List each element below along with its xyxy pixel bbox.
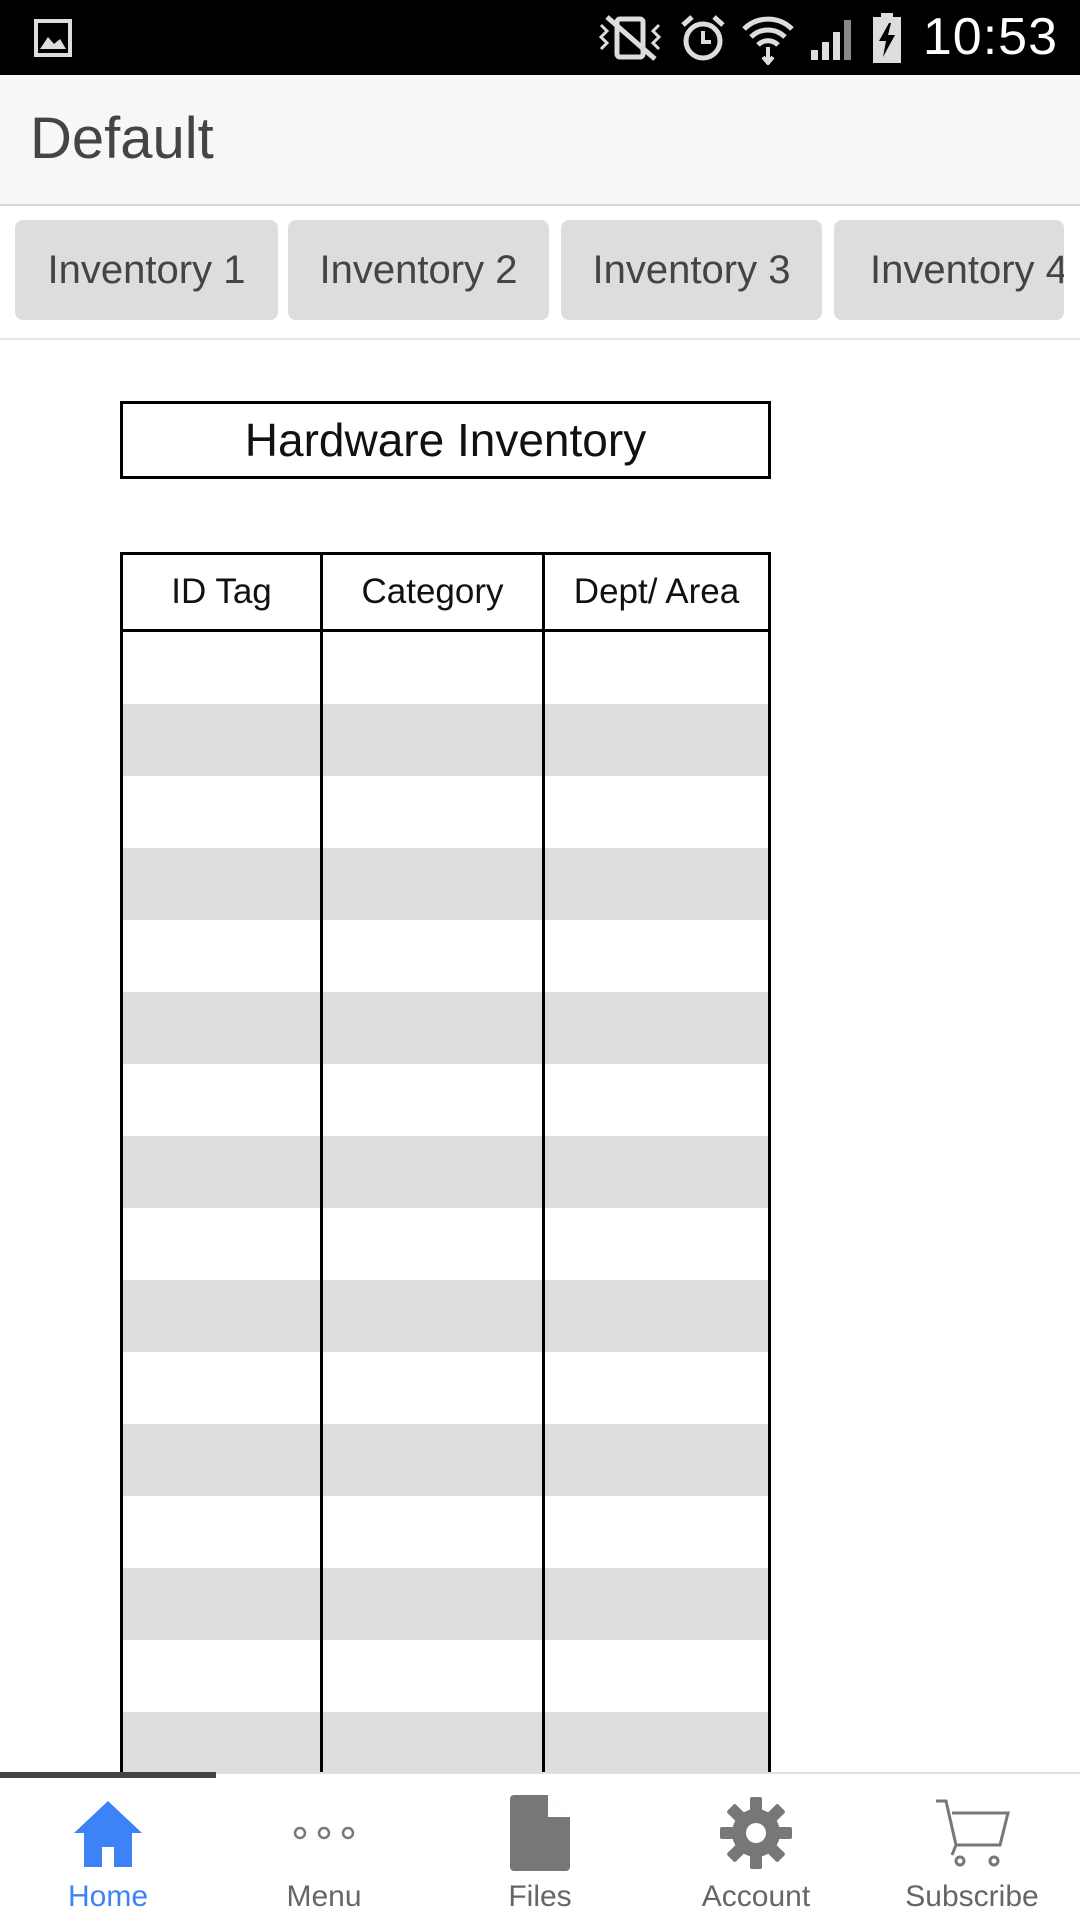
- table-row: [123, 848, 768, 920]
- status-time: 10:53: [922, 8, 1058, 66]
- gear-icon: [720, 1797, 792, 1869]
- gallery-icon: [34, 19, 72, 57]
- bottom-nav: Home Menu Files Account Subscribe: [0, 1772, 1080, 1920]
- table-row: [123, 1568, 768, 1640]
- inventory-table: ID Tag Category Dept/ Area: [120, 552, 771, 1772]
- table-row: [123, 1424, 768, 1496]
- tab-inventory-3[interactable]: Inventory 3: [561, 220, 822, 320]
- cart-icon: [936, 1799, 1010, 1867]
- table-row: [123, 1208, 768, 1280]
- table-row: [123, 920, 768, 992]
- alarm-icon: [681, 14, 725, 60]
- file-icon: [510, 1795, 570, 1871]
- tabs-bar: Inventory 1 Inventory 2 Inventory 3 Inve…: [0, 206, 1080, 340]
- nav-account[interactable]: Account: [648, 1774, 864, 1920]
- table-row: [123, 776, 768, 848]
- tab-inventory-2[interactable]: Inventory 2: [288, 220, 549, 320]
- wifi-icon: [742, 16, 794, 65]
- table-row: [123, 704, 768, 776]
- column-header-category: Category: [320, 555, 542, 629]
- column-header-dept-area: Dept/ Area: [542, 555, 768, 629]
- home-icon: [74, 1801, 142, 1867]
- column-header-id-tag: ID Tag: [171, 572, 272, 611]
- nav-label-home: Home: [67, 1880, 149, 1913]
- nav-subscribe[interactable]: Subscribe: [864, 1774, 1080, 1920]
- signal-icon: [810, 19, 851, 60]
- app-bar: Default: [0, 75, 1080, 206]
- table-row: [123, 632, 768, 704]
- status-icons: 10:53: [595, 0, 1058, 75]
- table-row: [123, 1280, 768, 1352]
- nav-label-account: Account: [701, 1880, 811, 1913]
- nav-files[interactable]: Files: [432, 1774, 648, 1920]
- table-row: [123, 1352, 768, 1424]
- table-body: [123, 632, 768, 1772]
- nav-menu[interactable]: Menu: [216, 1774, 432, 1920]
- nav-label-files: Files: [508, 1880, 572, 1913]
- table-row: [123, 1640, 768, 1712]
- battery-charging-icon: [872, 12, 901, 63]
- table-row: [123, 1136, 768, 1208]
- sheet-title: Hardware Inventory: [120, 401, 771, 479]
- tab-inventory-1[interactable]: Inventory 1: [15, 220, 278, 320]
- table-row: [123, 1712, 768, 1772]
- table-row: [123, 992, 768, 1064]
- more-dots-icon: [293, 1826, 355, 1840]
- nav-home[interactable]: Home: [0, 1774, 216, 1920]
- vibrate-mute-icon: [598, 14, 661, 61]
- status-bar: 10:53: [0, 0, 1080, 75]
- nav-label-menu: Menu: [286, 1880, 362, 1913]
- tab-inventory-4[interactable]: Inventory 4: [834, 220, 1064, 320]
- table-row: [123, 1064, 768, 1136]
- page-title: Default: [30, 106, 214, 171]
- column-divider: [320, 555, 323, 1772]
- table-row: [123, 1496, 768, 1568]
- column-divider: [542, 555, 545, 1772]
- nav-label-subscribe: Subscribe: [905, 1880, 1039, 1913]
- table-header: ID Tag Category Dept/ Area: [123, 555, 768, 632]
